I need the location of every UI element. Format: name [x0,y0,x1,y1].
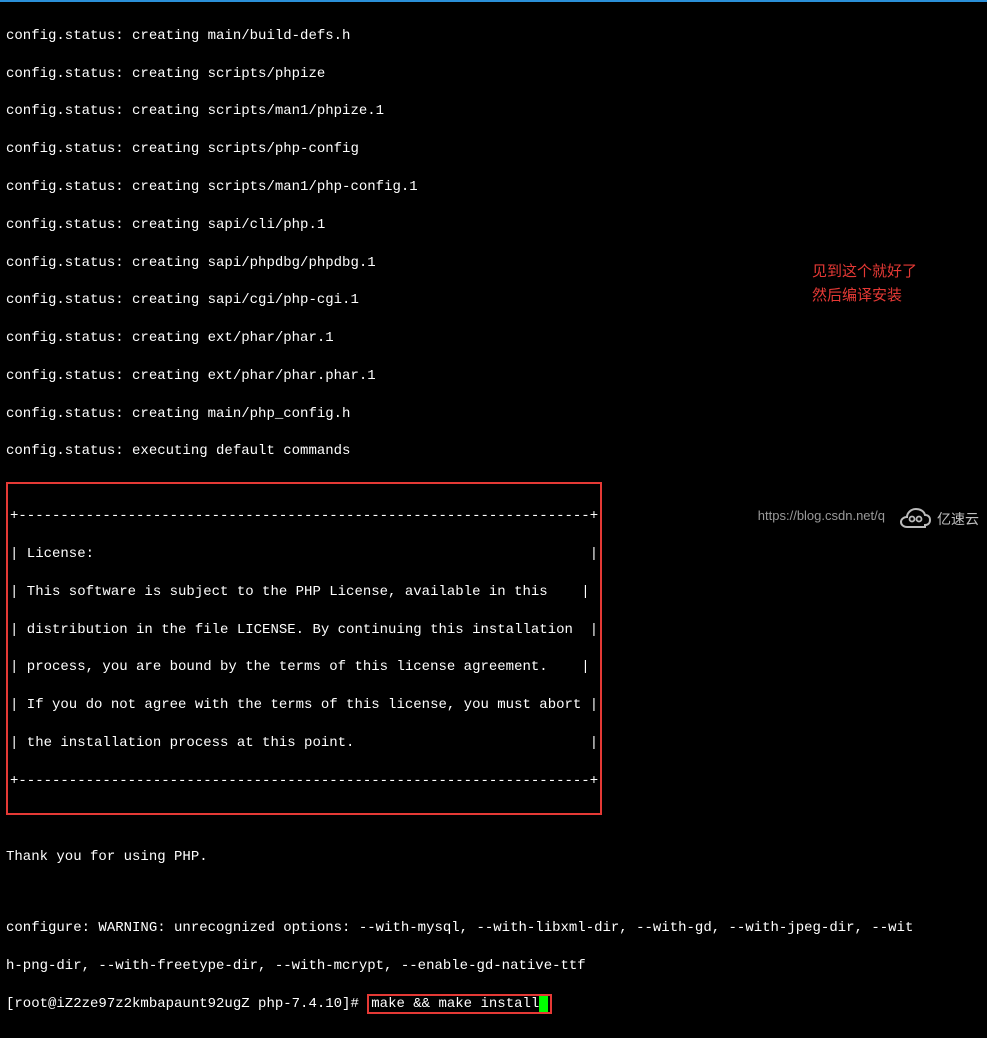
status-line: config.status: creating scripts/phpize [6,65,981,84]
warning-line: configure: WARNING: unrecognized options… [6,919,981,938]
license-line: | This software is subject to the PHP Li… [10,583,598,602]
prompt-line[interactable]: [root@iZ2ze97z2kmbapaunt92ugZ php-7.4.10… [6,995,981,1014]
command-text: make && make install [371,996,539,1012]
status-line: config.status: creating scripts/man1/php… [6,102,981,121]
license-line: | distribution in the file LICENSE. By c… [10,621,598,640]
annotation-line2: 然后编译安装 [812,284,917,308]
cloud-icon [897,507,933,531]
cursor [539,996,548,1012]
shell-prompt: [root@iZ2ze97z2kmbapaunt92ugZ php-7.4.10… [6,996,367,1012]
license-line: | process, you are bound by the terms of… [10,658,598,677]
command-highlight-box: make && make install [367,994,552,1014]
annotation-note: 见到这个就好了 然后编译安装 [812,260,917,308]
status-line: config.status: creating main/build-defs.… [6,27,981,46]
annotation-line1: 见到这个就好了 [812,260,917,284]
license-line: | License: | [10,545,598,564]
status-line: config.status: executing default command… [6,442,981,461]
status-line: config.status: creating scripts/man1/php… [6,178,981,197]
status-line: config.status: creating main/php_config.… [6,405,981,424]
status-line: config.status: creating scripts/php-conf… [6,140,981,159]
watermark-logo-text: 亿速云 [937,510,979,529]
license-border: +---------------------------------------… [10,507,598,526]
warning-line: h-png-dir, --with-freetype-dir, --with-m… [6,957,981,976]
license-border: +---------------------------------------… [10,772,598,791]
watermark-logo: 亿速云 [897,507,979,531]
license-line: | If you do not agree with the terms of … [10,696,598,715]
license-highlight-box: +---------------------------------------… [6,482,602,815]
license-line: | the installation process at this point… [10,734,598,753]
status-line: config.status: creating ext/phar/phar.1 [6,329,981,348]
thank-you-line: Thank you for using PHP. [6,848,981,867]
watermark-url: https://blog.csdn.net/q [758,507,885,525]
status-line: config.status: creating ext/phar/phar.ph… [6,367,981,386]
status-line: config.status: creating sapi/cli/php.1 [6,216,981,235]
